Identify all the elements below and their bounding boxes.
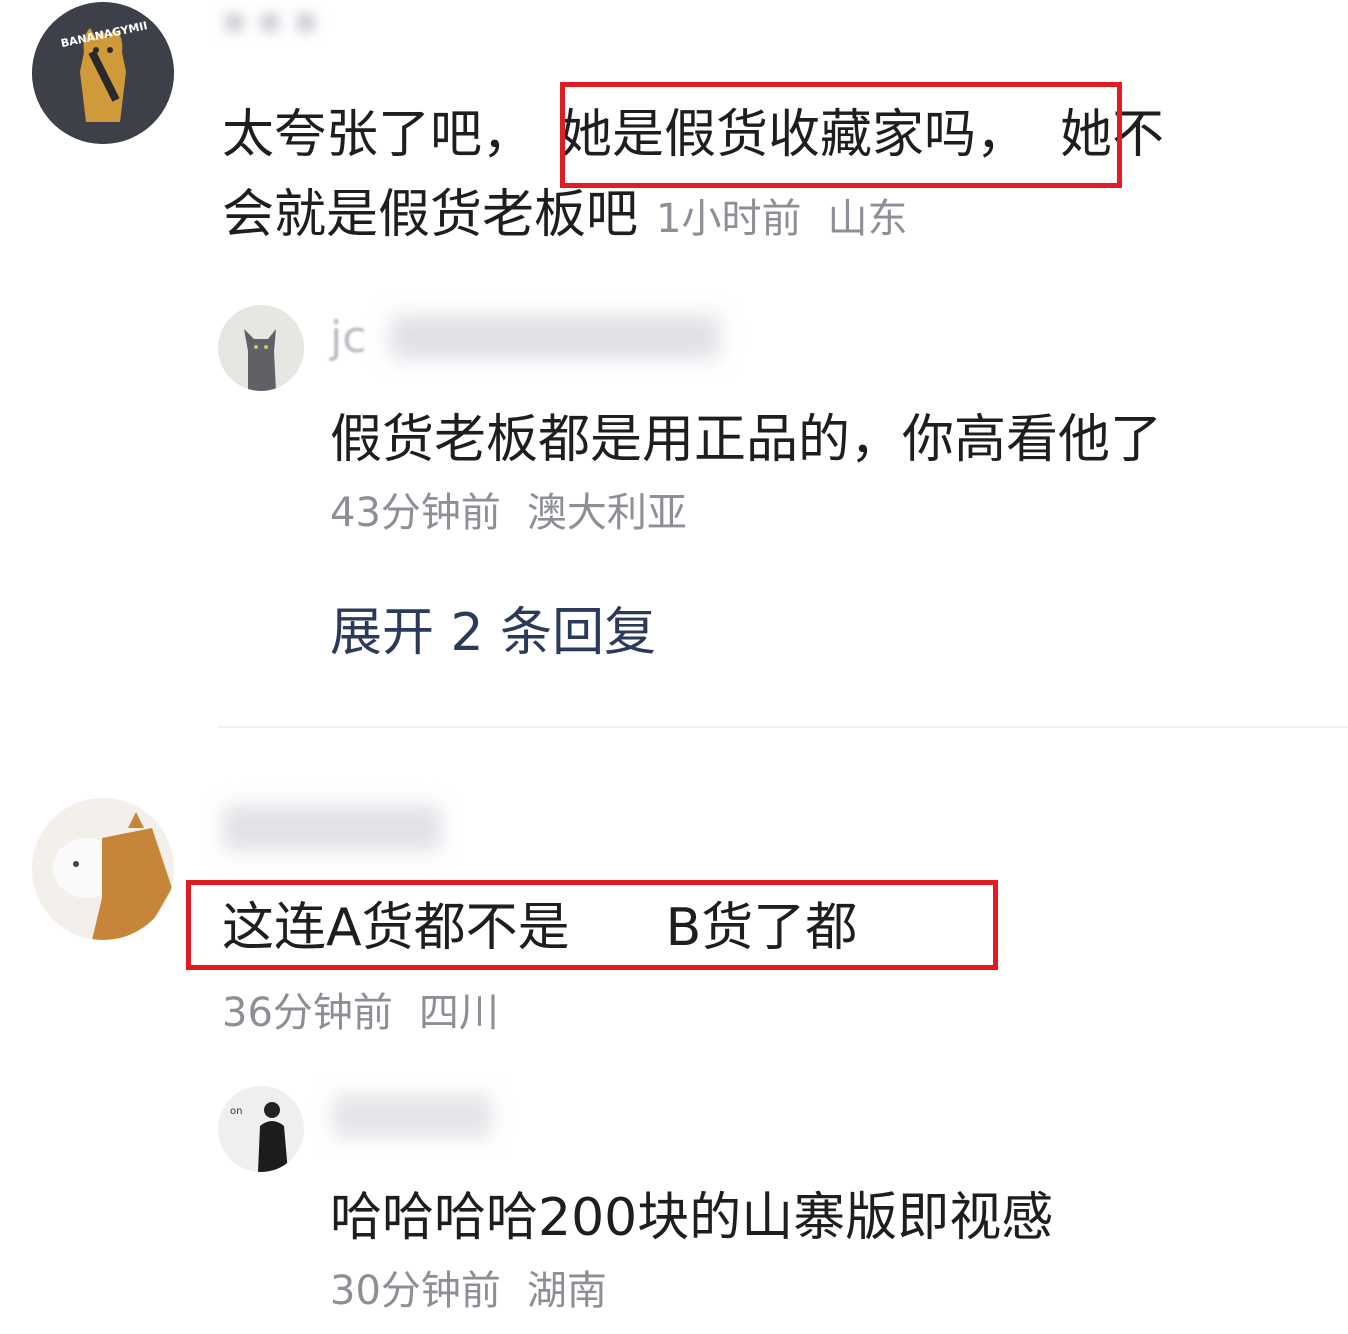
comment-1-location: 山东 — [827, 196, 908, 242]
comment-1-text-start: 太夸张了吧， — [222, 105, 535, 165]
highlight-box-1 — [560, 82, 1122, 188]
two-cats-avatar-icon — [32, 798, 174, 940]
comment-1-line-2: 会就是假货老板吧 1小时前 山东 — [222, 175, 907, 259]
comment-1-time: 1小时前 — [656, 196, 802, 242]
reply-2-location: 湖南 — [526, 1268, 607, 1314]
comment-2-location: 四川 — [418, 990, 499, 1036]
reply-1-username[interactable]: jc — [330, 312, 366, 363]
reply-1-text: 假货老板都是用正品的，你高看他了 — [330, 410, 1163, 470]
reply-2-text: 哈哈哈哈200块的山寨版即视感 — [330, 1188, 1054, 1248]
person-avatar-icon: on — [218, 1086, 304, 1172]
username-blurred[interactable]: ▪ ▪ ▪ — [222, 0, 318, 41]
reply-2-meta: 30分钟前 湖南 — [330, 1258, 607, 1316]
avatar-reply-2[interactable]: on — [218, 1086, 304, 1172]
expand-replies-button[interactable]: 展开 2 条回复 — [330, 590, 656, 665]
comment-2-time: 36分钟前 — [222, 990, 393, 1036]
comment-2-meta: 36分钟前 四川 — [222, 980, 499, 1038]
reply-1-time: 43分钟前 — [330, 490, 501, 536]
chewbacca-avatar-icon — [32, 2, 174, 144]
avatar-commenter-2[interactable] — [32, 798, 174, 940]
reply-1-location: 澳大利亚 — [526, 490, 687, 536]
avatar-commenter-1[interactable]: BANANAGYMII — [32, 2, 174, 144]
reply-1-meta: 43分钟前 澳大利亚 — [330, 480, 687, 538]
cat-avatar-icon — [218, 305, 304, 391]
reply-1-username-blur — [390, 315, 720, 359]
avatar-reply-1[interactable] — [218, 305, 304, 391]
comment-1-text-line2: 会就是假货老板吧 — [222, 185, 639, 245]
reply-2-username-blur[interactable] — [332, 1094, 492, 1138]
comment-1-meta: 1小时前 山东 — [656, 196, 907, 242]
comment-divider — [218, 726, 1348, 728]
highlight-box-2 — [186, 880, 998, 970]
reply-2-time: 30分钟前 — [330, 1268, 501, 1314]
svg-text:on: on — [230, 1106, 242, 1117]
username-blurred-2[interactable] — [222, 805, 442, 851]
